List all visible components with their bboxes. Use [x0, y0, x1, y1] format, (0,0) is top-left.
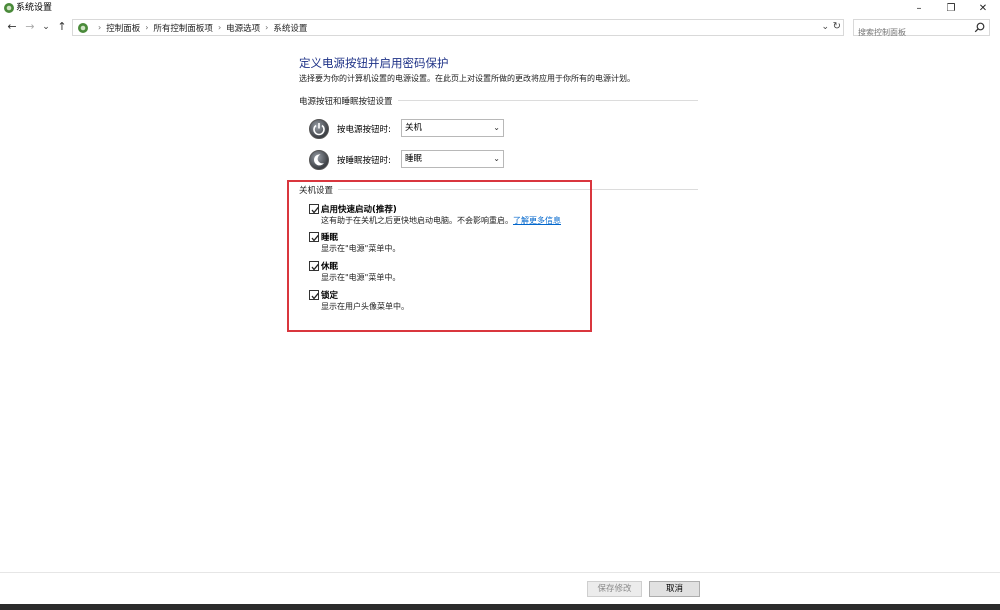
- power-button-value: 关机: [405, 123, 423, 133]
- divider: [398, 100, 698, 101]
- breadcrumb-all-items[interactable]: 所有控制面板项: [153, 22, 213, 34]
- power-button-select[interactable]: 关机 ⌄: [401, 119, 504, 137]
- sleep-description: 显示在"电源"菜单中。: [321, 244, 401, 253]
- address-bar[interactable]: › 控制面板 › 所有控制面板项 › 电源选项 › 系统设置 ⌄ ↻: [72, 19, 844, 36]
- taskbar: [0, 604, 1000, 610]
- breadcrumb-separator: ›: [217, 23, 222, 32]
- chevron-down-icon: ⌄: [493, 123, 500, 132]
- sleep-button-icon: [309, 150, 329, 170]
- page-description: 选择要为你的计算机设置的电源设置。在此页上对设置所做的更改将应用于你所有的电源计…: [299, 74, 635, 83]
- breadcrumb-system-settings[interactable]: 系统设置: [273, 22, 307, 34]
- back-button[interactable]: ←: [5, 20, 19, 34]
- fast-startup-desc-text: 这有助于在关机之后更快地启动电脑。不会影响重启。: [321, 216, 513, 225]
- power-section-heading: 电源按钮和睡眠按钮设置: [299, 95, 393, 107]
- fast-startup-label[interactable]: 启用快速启动(推荐): [321, 203, 397, 215]
- search-icon[interactable]: [974, 22, 985, 33]
- breadcrumb-separator: ›: [145, 23, 149, 32]
- forward-button[interactable]: →: [23, 20, 37, 34]
- cancel-button[interactable]: 取消: [649, 581, 700, 597]
- recent-locations-button[interactable]: ⌄: [41, 20, 51, 34]
- hibernate-description: 显示在"电源"菜单中。: [321, 273, 401, 282]
- lock-checkbox[interactable]: [309, 290, 319, 300]
- sleep-button-select[interactable]: 睡眠 ⌄: [401, 150, 504, 168]
- control-panel-icon: [78, 22, 88, 33]
- power-button-label: 按电源按钮时:: [337, 125, 391, 135]
- main-content: 定义电源按钮并启用密码保护 选择要为你的计算机设置的电源设置。在此页上对设置所做…: [0, 38, 1000, 572]
- chevron-down-icon: ⌄: [493, 154, 500, 163]
- power-button-icon: [309, 119, 329, 139]
- fast-startup-checkbox[interactable]: [309, 204, 319, 214]
- power-section-title: 电源按钮和睡眠按钮设置: [299, 97, 393, 107]
- sleep-button-row: 按睡眠按钮时: 睡眠 ⌄: [309, 150, 504, 170]
- footer-bar: 保存修改 取消: [0, 573, 1000, 604]
- hibernate-checkbox[interactable]: [309, 261, 319, 271]
- control-panel-icon: [4, 3, 14, 13]
- sleep-button-label: 按睡眠按钮时:: [337, 156, 391, 166]
- title-bar: 系统设置 – ❐ ✕: [0, 0, 1000, 16]
- breadcrumb-power-options[interactable]: 电源选项: [226, 22, 260, 34]
- navigation-bar: ← → ⌄ ↑ › 控制面板 › 所有控制面板项 › 电源选项 › 系统设置 ⌄…: [0, 16, 1000, 40]
- breadcrumb-control-panel[interactable]: 控制面板: [106, 22, 140, 34]
- refresh-icon[interactable]: ↻: [833, 21, 841, 32]
- sleep-checkbox[interactable]: [309, 232, 319, 242]
- chevron-down-icon[interactable]: ⌄: [821, 22, 829, 32]
- restore-button[interactable]: ❐: [936, 0, 966, 16]
- search-box[interactable]: [853, 19, 990, 40]
- breadcrumb-separator: ›: [98, 23, 102, 32]
- lock-label[interactable]: 锁定: [321, 289, 338, 301]
- up-button[interactable]: ↑: [55, 20, 69, 34]
- window-title: 系统设置: [16, 3, 53, 13]
- close-button[interactable]: ✕: [968, 0, 998, 16]
- lock-description: 显示在用户头像菜单中。: [321, 302, 409, 311]
- fast-startup-description: 这有助于在关机之后更快地启动电脑。不会影响重启。了解更多信息: [321, 215, 561, 226]
- sleep-button-value: 睡眠: [405, 154, 423, 164]
- save-button[interactable]: 保存修改: [587, 581, 642, 597]
- sleep-label[interactable]: 睡眠: [321, 231, 338, 243]
- power-button-row: 按电源按钮时: 关机 ⌄: [309, 119, 504, 139]
- learn-more-link[interactable]: 了解更多信息: [513, 216, 561, 225]
- minimize-button[interactable]: –: [904, 0, 934, 16]
- page-title: 定义电源按钮并启用密码保护: [299, 56, 449, 70]
- breadcrumb-separator: ›: [265, 23, 269, 32]
- hibernate-label[interactable]: 休眠: [321, 260, 338, 272]
